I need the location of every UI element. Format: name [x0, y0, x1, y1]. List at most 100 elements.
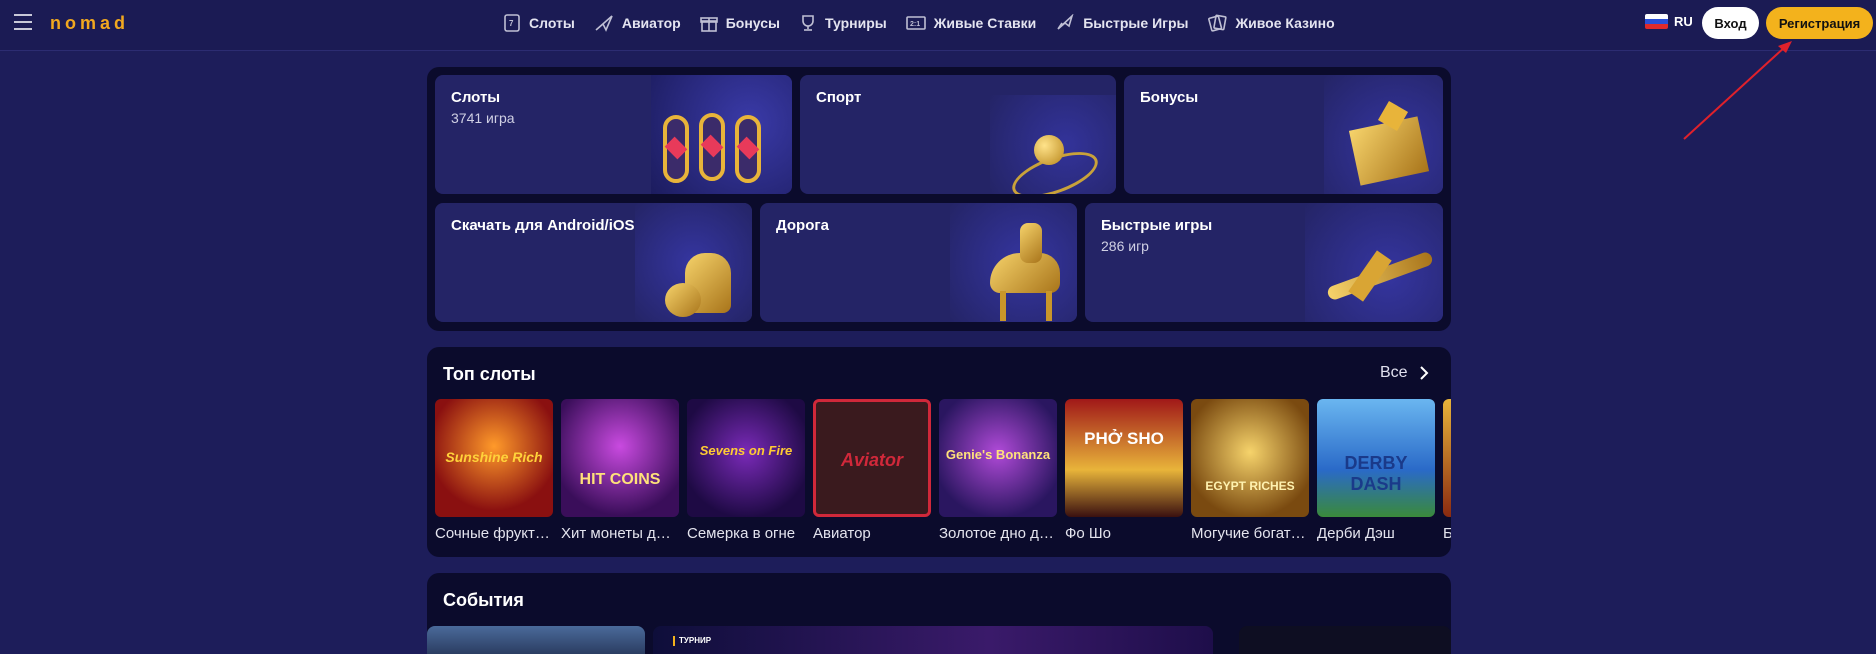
- cards-icon: [1208, 14, 1228, 32]
- slot-name: Семерка в огне: [687, 525, 796, 542]
- nav-label: Авиатор: [621, 15, 681, 31]
- slot-thumbnail: DERBY DASH: [1317, 399, 1435, 517]
- svg-text:7: 7: [509, 19, 514, 28]
- slot-thumbnail: Sevens on Fire: [687, 399, 805, 517]
- slot-name: Авиатор: [813, 525, 871, 542]
- category-title: Дорога: [776, 217, 829, 234]
- section-title: События: [443, 590, 524, 610]
- language-selector[interactable]: RU: [1645, 14, 1693, 29]
- login-button[interactable]: Вход: [1702, 7, 1759, 39]
- slot-thumbnail: [1443, 399, 1451, 517]
- event-card[interactable]: [1239, 626, 1451, 654]
- nav-fast-games[interactable]: Быстрые Игры: [1055, 12, 1188, 34]
- category-slots[interactable]: Слоты 3741 игра: [435, 75, 792, 194]
- nav-label: Быстрые Игры: [1083, 15, 1189, 31]
- category-count: 286 игр: [1101, 238, 1149, 254]
- category-title: Слоты: [451, 89, 501, 106]
- nav-live-bets[interactable]: 2:1 Живые Ставки: [905, 12, 1037, 34]
- slot-card[interactable]: Aviator Авиатор: [813, 399, 931, 542]
- category-bonuses[interactable]: Бонусы: [1124, 75, 1443, 194]
- slot-name: Дерби Дэш: [1317, 525, 1395, 542]
- nav-label: Живое Казино: [1235, 15, 1335, 31]
- plane-icon: [595, 15, 613, 32]
- slot-card[interactable]: DERBY DASH Дерби Дэш: [1317, 399, 1435, 542]
- nav-bonuses[interactable]: Бонусы: [699, 12, 780, 34]
- category-sport[interactable]: Спорт: [800, 75, 1116, 194]
- slot-name: Фо Шо: [1065, 525, 1112, 542]
- gift-box-image: [1324, 75, 1443, 194]
- nav-label: Живые Ставки: [933, 15, 1037, 31]
- horseman-image: [950, 203, 1077, 322]
- badge-marker: [673, 636, 675, 646]
- nav-tournaments[interactable]: Турниры: [799, 12, 887, 34]
- slot-thumbnail: PHỞ SHO: [1065, 399, 1183, 517]
- svg-text:2:1: 2:1: [910, 21, 920, 28]
- language-code: RU: [1674, 14, 1693, 29]
- slot-card[interactable]: Sunshine Rich Сочные фрукты: Солнечное б…: [435, 399, 553, 542]
- slot-art-text: PHỞ SHO: [1084, 429, 1164, 448]
- slot-art-text: HIT COINS: [579, 471, 661, 488]
- nav-aviator[interactable]: Авиатор: [594, 12, 681, 34]
- slot-art-text: Genie's Bonanza: [945, 447, 1051, 462]
- menu-icon[interactable]: [14, 14, 32, 30]
- event-card[interactable]: ТУРНИР: [653, 626, 1213, 654]
- nav-live-casino[interactable]: Живое Казино: [1207, 12, 1335, 34]
- logo[interactable]: nomad: [50, 13, 129, 34]
- register-button[interactable]: Регистрация: [1766, 7, 1873, 39]
- slot-thumbnail: HIT COINS: [561, 399, 679, 517]
- top-slots-panel: Топ слоты Все Sunshine Rich Сочные фрукт…: [427, 347, 1451, 557]
- slot-card[interactable]: EGYPT RICHES Могучие богатства Египта: [1191, 399, 1309, 542]
- main-nav: 7 Слоты Авиатор Бонусы Турниры 2:1 Живые…: [503, 12, 1354, 34]
- category-fast-games[interactable]: Быстрые игры 286 игр: [1085, 203, 1443, 322]
- top-bar: nomad 7 Слоты Авиатор Бонусы Турниры 2:1…: [0, 0, 1876, 51]
- plane-image: [1305, 203, 1443, 322]
- category-road[interactable]: Дорога: [760, 203, 1077, 322]
- slot-card[interactable]: Sevens on Fire Семерка в огне: [687, 399, 805, 542]
- russia-flag-icon: [1645, 14, 1668, 29]
- category-title: Спорт: [816, 89, 862, 106]
- trophy-icon: [802, 15, 814, 31]
- slot-name: Золотое дно джинна: [939, 525, 1057, 542]
- slot-art-text: Sunshine Rich: [445, 449, 543, 465]
- category-title: Быстрые игры: [1101, 217, 1213, 234]
- slot-art-text: DERBY DASH: [1344, 453, 1408, 494]
- events-panel: События ТУРНИР: [427, 573, 1451, 654]
- slots-icon: 7: [504, 14, 520, 32]
- live-bets-icon: 2:1: [905, 16, 926, 30]
- slot-art-text: Sevens on Fire: [699, 443, 793, 458]
- slot-name: Сочные фрукты: Солнечное богатство: [435, 525, 553, 542]
- slot-card[interactable]: PHỞ SHO Фо Шо: [1065, 399, 1183, 542]
- nav-label: Слоты: [529, 15, 575, 31]
- event-card[interactable]: [427, 626, 645, 654]
- slot-art-text: EGYPT RICHES: [1205, 479, 1295, 493]
- chevron-right-icon: [1419, 366, 1428, 380]
- see-all-label: Все: [1380, 364, 1408, 381]
- slot-thumbnail: Sunshine Rich: [435, 399, 553, 517]
- slot-card[interactable]: HIT COINS Хит монеты держи и крути: [561, 399, 679, 542]
- tennis-image: [990, 95, 1116, 194]
- slot-thumbnail: Aviator: [813, 399, 931, 517]
- slot-card[interactable]: Б: [1443, 399, 1451, 542]
- section-title: Топ слоты: [443, 364, 536, 384]
- nav-slots[interactable]: 7 Слоты: [503, 12, 575, 34]
- slot-name: Хит монеты держи и крути: [561, 525, 679, 542]
- rocket-icon: [1057, 14, 1074, 30]
- category-download-app[interactable]: Скачать для Android/iOS: [435, 203, 752, 322]
- slot-reels-image: [651, 75, 792, 194]
- event-badge: ТУРНИР: [679, 636, 712, 645]
- slot-art-text: Aviator: [840, 450, 903, 470]
- nav-label: Бонусы: [725, 15, 780, 31]
- gift-icon: [699, 17, 718, 32]
- android-apple-image: [635, 203, 752, 322]
- nav-label: Турниры: [824, 15, 887, 31]
- slot-thumbnail: Genie's Bonanza: [939, 399, 1057, 517]
- slot-card[interactable]: Genie's Bonanza Золотое дно джинна: [939, 399, 1057, 542]
- categories-panel: Слоты 3741 игра Спорт Бонусы Скачать для…: [427, 67, 1451, 331]
- annotation-arrow-icon: [1683, 41, 1792, 140]
- category-count: 3741 игра: [451, 110, 515, 126]
- see-all-link[interactable]: Все: [1380, 364, 1432, 382]
- category-title: Бонусы: [1140, 89, 1199, 106]
- category-title: Скачать для Android/iOS: [451, 217, 635, 234]
- slot-thumbnail: EGYPT RICHES: [1191, 399, 1309, 517]
- slot-name: Могучие богатства Египта: [1191, 525, 1309, 542]
